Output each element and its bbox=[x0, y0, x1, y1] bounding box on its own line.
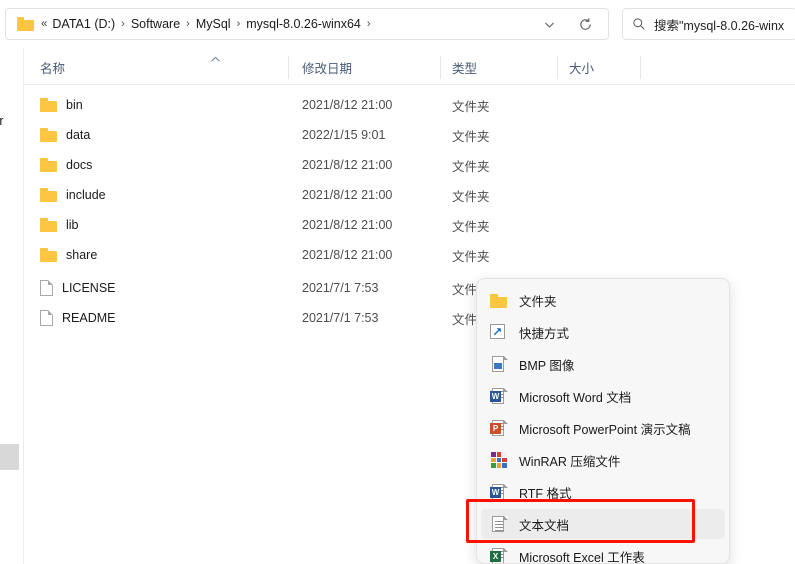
file-type-cell: 文件夹 bbox=[452, 99, 490, 114]
file-date-cell: 2021/7/1 7:53 bbox=[302, 311, 379, 325]
table-row[interactable]: lib 2021/8/12 21:00 文件夹 bbox=[24, 210, 795, 240]
search-input[interactable]: 搜索"mysql-8.0.26-winx bbox=[654, 15, 784, 34]
breadcrumb: « DATA1 (D:) › Software › MySql › mysql-… bbox=[41, 17, 377, 31]
nav-item-clipped[interactable]: rsor bbox=[0, 114, 4, 128]
winrar-icon bbox=[490, 451, 508, 469]
file-type-cell: 文件夹 bbox=[452, 189, 490, 204]
breadcrumb-overflow-icon[interactable]: « bbox=[41, 18, 47, 30]
rtf-icon: W bbox=[490, 483, 508, 501]
search-icon bbox=[632, 17, 646, 31]
column-divider[interactable] bbox=[640, 56, 641, 79]
column-header-type[interactable]: 类型 bbox=[452, 51, 477, 84]
file-date-cell: 2021/8/12 21:00 bbox=[302, 248, 393, 262]
column-header-size[interactable]: 大小 bbox=[569, 51, 594, 84]
menu-item-winrar-archive[interactable]: WinRAR 压缩文件 bbox=[481, 445, 725, 475]
breadcrumb-item-current[interactable]: mysql-8.0.26-winx64 bbox=[246, 17, 361, 31]
breadcrumb-separator: › bbox=[186, 18, 190, 30]
file-date-cell: 2022/1/15 9:01 bbox=[302, 128, 386, 142]
file-date-cell: 2021/8/12 21:00 bbox=[302, 218, 393, 232]
navigation-pane[interactable]: rsor bbox=[0, 48, 24, 564]
file-name-cell[interactable]: include bbox=[40, 188, 106, 202]
file-type-cell: 文件 bbox=[452, 312, 478, 327]
address-bar[interactable]: « DATA1 (D:) › Software › MySql › mysql-… bbox=[5, 8, 609, 40]
search-box[interactable]: 搜索"mysql-8.0.26-winx bbox=[622, 8, 795, 40]
menu-item-powerpoint-presentation[interactable]: P Microsoft PowerPoint 演示文稿 bbox=[481, 413, 725, 443]
context-menu-new-submenu[interactable]: 文件夹 快捷方式 BMP 图像 W Microsoft Word 文档 P Mi… bbox=[476, 278, 730, 564]
header-divider bbox=[24, 84, 795, 85]
text-document-icon bbox=[490, 515, 508, 533]
folder-icon bbox=[40, 98, 57, 112]
file-name-cell[interactable]: bin bbox=[40, 98, 83, 112]
breadcrumb-item-drive[interactable]: DATA1 (D:) bbox=[52, 17, 115, 31]
folder-icon bbox=[40, 248, 57, 262]
explorer-toolbar: « DATA1 (D:) › Software › MySql › mysql-… bbox=[0, 0, 795, 48]
folder-icon bbox=[40, 158, 57, 172]
file-icon bbox=[40, 310, 53, 326]
folder-icon bbox=[40, 188, 57, 202]
folder-icon bbox=[17, 17, 34, 31]
file-name-cell[interactable]: README bbox=[40, 310, 115, 326]
column-header-date[interactable]: 修改日期 bbox=[302, 51, 352, 84]
menu-item-word-document[interactable]: W Microsoft Word 文档 bbox=[481, 381, 725, 411]
folder-icon bbox=[40, 128, 57, 142]
shortcut-icon bbox=[490, 323, 508, 341]
table-row[interactable]: share 2021/8/12 21:00 文件夹 bbox=[24, 240, 795, 270]
bmp-image-icon bbox=[490, 355, 508, 373]
file-type-cell: 文件夹 bbox=[452, 219, 490, 234]
file-type-cell: 文件夹 bbox=[452, 159, 490, 174]
table-row[interactable]: docs 2021/8/12 21:00 文件夹 bbox=[24, 150, 795, 180]
menu-item-rtf-document[interactable]: W RTF 格式 bbox=[481, 477, 725, 507]
breadcrumb-separator: › bbox=[366, 18, 371, 30]
column-divider[interactable] bbox=[557, 56, 558, 79]
refresh-icon[interactable] bbox=[572, 11, 598, 37]
powerpoint-icon: P bbox=[490, 419, 508, 437]
file-name-cell[interactable]: lib bbox=[40, 218, 79, 232]
excel-icon: X bbox=[490, 547, 508, 563]
breadcrumb-separator: › bbox=[236, 18, 241, 30]
menu-item-text-document[interactable]: 文本文档 bbox=[481, 509, 725, 539]
folder-icon bbox=[40, 218, 57, 232]
breadcrumb-item-mysql[interactable]: MySql bbox=[196, 17, 231, 31]
menu-item-excel-worksheet[interactable]: X Microsoft Excel 工作表 bbox=[481, 541, 725, 563]
column-divider[interactable] bbox=[440, 56, 441, 79]
file-name-cell[interactable]: docs bbox=[40, 158, 92, 172]
file-type-cell: 文件夹 bbox=[452, 249, 490, 264]
caret-up-icon bbox=[210, 54, 221, 66]
file-date-cell: 2021/8/12 21:00 bbox=[302, 98, 393, 112]
navigation-pane-scrollbar[interactable] bbox=[0, 444, 19, 470]
file-date-cell: 2021/7/1 7:53 bbox=[302, 281, 379, 295]
breadcrumb-item-software[interactable]: Software bbox=[131, 17, 180, 31]
table-row[interactable]: data 2022/1/15 9:01 文件夹 bbox=[24, 120, 795, 150]
file-date-cell: 2021/8/12 21:00 bbox=[302, 188, 393, 202]
menu-item-folder[interactable]: 文件夹 bbox=[481, 285, 725, 315]
table-row[interactable]: include 2021/8/12 21:00 文件夹 bbox=[24, 180, 795, 210]
file-name-cell[interactable]: LICENSE bbox=[40, 280, 116, 296]
file-type-cell: 文件 bbox=[452, 282, 478, 297]
chevron-down-icon[interactable] bbox=[536, 11, 562, 37]
column-headers: 名称 修改日期 类型 大小 bbox=[24, 51, 795, 84]
file-name-cell[interactable]: data bbox=[40, 128, 90, 142]
file-type-cell: 文件夹 bbox=[452, 129, 490, 144]
menu-item-shortcut[interactable]: 快捷方式 bbox=[481, 317, 725, 347]
column-divider[interactable] bbox=[288, 56, 289, 79]
breadcrumb-separator: › bbox=[121, 18, 125, 30]
file-name-cell[interactable]: share bbox=[40, 248, 97, 262]
file-icon bbox=[40, 280, 53, 296]
column-header-name[interactable]: 名称 bbox=[40, 51, 220, 84]
word-icon: W bbox=[490, 387, 508, 405]
file-date-cell: 2021/8/12 21:00 bbox=[302, 158, 393, 172]
table-row[interactable]: bin 2021/8/12 21:00 文件夹 bbox=[24, 90, 795, 120]
folder-icon bbox=[490, 291, 508, 309]
menu-item-bmp-image[interactable]: BMP 图像 bbox=[481, 349, 725, 379]
